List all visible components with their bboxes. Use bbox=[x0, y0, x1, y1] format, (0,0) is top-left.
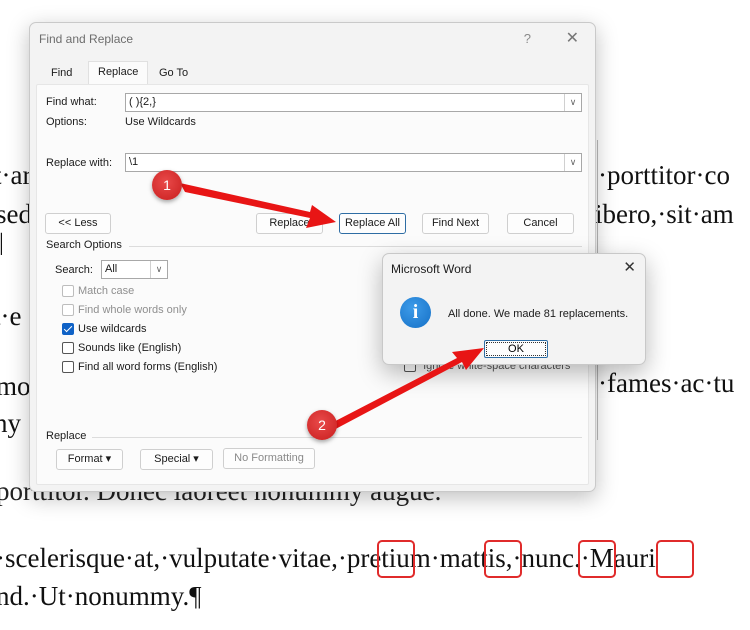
step-badge-2: 2 bbox=[307, 410, 337, 440]
step-badge-1: 1 bbox=[152, 170, 182, 200]
arrow-2 bbox=[320, 348, 484, 433]
annotation-arrows bbox=[180, 183, 484, 433]
arrow-1 bbox=[180, 183, 336, 228]
